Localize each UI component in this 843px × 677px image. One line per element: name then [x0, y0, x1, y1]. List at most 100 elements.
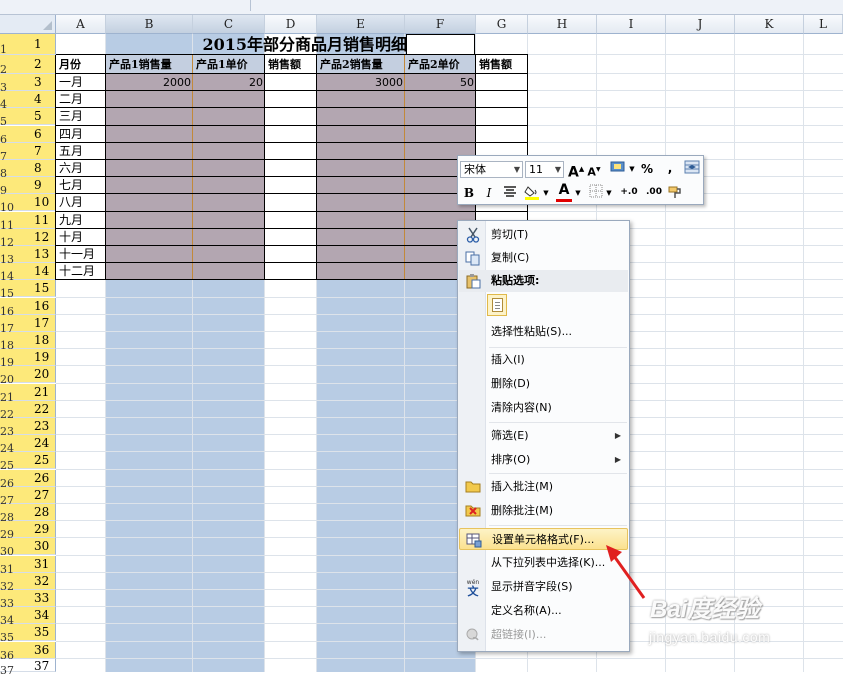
column-header-j[interactable]: J [666, 15, 735, 34]
italic-button[interactable]: I [482, 184, 496, 202]
row-header[interactable]: 44 [0, 91, 56, 111]
select-all-corner[interactable] [0, 15, 56, 34]
menu-item-filter[interactable]: 筛选(E) ▶ [459, 425, 628, 447]
paste-option-button[interactable] [487, 294, 507, 316]
row-header[interactable]: 13 13 [0, 246, 56, 266]
row-header[interactable]: 88 [0, 160, 56, 180]
percent-style-button[interactable]: % [640, 160, 654, 178]
row-header[interactable]: 31 31 [0, 556, 56, 576]
cell-e3[interactable]: 3000 [317, 74, 405, 91]
row-header[interactable]: 11 [0, 34, 56, 56]
month-cell[interactable]: 二月 [57, 91, 106, 108]
row-header[interactable]: 17 17 [0, 315, 56, 335]
column-header-e[interactable]: E [317, 15, 405, 34]
row-header[interactable]: 33 33 [0, 590, 56, 610]
cell-f3[interactable]: 50 [405, 74, 476, 91]
merge-center-icon[interactable] [683, 160, 701, 178]
chevron-down-icon[interactable]: ▼ [542, 184, 550, 202]
month-cell[interactable]: 十二月 [57, 263, 106, 280]
increase-decimal-button[interactable]: +.0 [618, 183, 640, 201]
month-cell[interactable]: 四月 [57, 126, 106, 143]
row-header[interactable]: 30 30 [0, 538, 56, 558]
row-header[interactable]: 27 27 [0, 487, 56, 507]
column-header-f[interactable]: F [405, 15, 476, 34]
menu-item-pick-from-list[interactable]: 从下拉列表中选择(K)... [459, 552, 628, 574]
center-align-icon[interactable] [502, 184, 518, 202]
column-header-l[interactable]: L [804, 15, 843, 34]
row-header[interactable]: 35 35 [0, 624, 56, 644]
menu-item-format-cells[interactable]: 设置单元格格式(F)... [459, 528, 628, 550]
month-cell[interactable]: 六月 [57, 160, 106, 177]
menu-item-copy[interactable]: 复制(C) [459, 247, 628, 269]
row-header[interactable]: 28 28 [0, 504, 56, 524]
column-header-i[interactable]: I [597, 15, 666, 34]
row-header[interactable]: 19 19 [0, 349, 56, 369]
row-header[interactable]: 66 [0, 126, 56, 146]
row-header[interactable]: 37 37 [0, 659, 56, 677]
menu-item-show-phonetic[interactable]: wén 文 显示拼音字段(S) [459, 576, 628, 598]
font-color-icon[interactable]: A [556, 182, 572, 202]
month-cell[interactable]: 一月 [57, 74, 106, 91]
row-header[interactable]: 26 26 [0, 470, 56, 490]
row-header[interactable]: 25 25 [0, 452, 56, 472]
menu-item-cut[interactable]: 剪切(T) [459, 224, 628, 246]
chevron-down-icon[interactable]: ▼ [605, 184, 613, 202]
column-header-h[interactable]: H [528, 15, 597, 34]
row-header[interactable]: 20 20 [0, 366, 56, 386]
bold-button[interactable]: B [462, 184, 476, 202]
column-header-k[interactable]: K [735, 15, 804, 34]
font-name-combo[interactable]: 宋体 ▼ [460, 161, 523, 178]
row-header[interactable]: 18 18 [0, 332, 56, 352]
borders-icon[interactable] [588, 184, 604, 202]
row-header[interactable]: 23 23 [0, 418, 56, 438]
name-box[interactable] [0, 0, 251, 11]
menu-item-insert-comment[interactable]: 插入批注(M) [459, 476, 628, 498]
format-painter-icon[interactable] [666, 184, 684, 202]
row-header[interactable]: 36 36 [0, 642, 56, 662]
month-cell[interactable]: 十一月 [57, 246, 106, 263]
row-header[interactable]: 12 12 [0, 229, 56, 249]
month-cell[interactable]: 八月 [57, 194, 106, 211]
month-cell[interactable]: 三月 [57, 108, 106, 125]
row-header[interactable]: 22 22 [0, 401, 56, 421]
menu-item-paste-special[interactable]: 选择性粘贴(S)... [459, 321, 628, 343]
fill-color-icon[interactable] [524, 184, 542, 202]
grow-font-icon[interactable]: A▲ [568, 160, 584, 181]
font-size-combo[interactable]: 11 ▼ [525, 161, 564, 178]
row-header[interactable]: 16 16 [0, 298, 56, 318]
cell-c3[interactable]: 20 [193, 74, 265, 91]
menu-item-hyperlink[interactable]: 超链接(I)... [459, 624, 628, 646]
row-header[interactable]: 99 [0, 177, 56, 197]
row-header[interactable]: 77 [0, 143, 56, 163]
row-header[interactable]: 34 34 [0, 607, 56, 627]
month-cell[interactable]: 五月 [57, 143, 106, 160]
row-header[interactable]: 14 14 [0, 263, 56, 283]
column-header-c[interactable]: C [193, 15, 265, 34]
chevron-down-icon[interactable]: ▼ [628, 160, 636, 178]
row-header[interactable]: 55 [0, 108, 56, 128]
decrease-decimal-button[interactable]: .00 [643, 183, 665, 201]
shrink-font-icon[interactable]: A▼ [587, 161, 601, 179]
menu-item-define-name[interactable]: 定义名称(A)... [459, 600, 628, 622]
row-header[interactable]: 22 [0, 55, 56, 76]
active-cell-g1[interactable] [406, 34, 475, 55]
menu-item-insert[interactable]: 插入(I) [459, 349, 628, 371]
month-cell[interactable]: 九月 [57, 212, 106, 229]
chevron-down-icon[interactable]: ▼ [574, 184, 582, 202]
menu-item-sort[interactable]: 排序(O) ▶ [459, 449, 628, 471]
comma-style-button[interactable]: , [665, 159, 675, 177]
accounting-format-icon[interactable] [608, 160, 628, 178]
cell-b3[interactable]: 2000 [106, 74, 193, 91]
menu-item-delete-comment[interactable]: 删除批注(M) [459, 500, 628, 522]
column-header-g[interactable]: G [476, 15, 528, 34]
row-header[interactable]: 15 15 [0, 280, 56, 300]
row-header[interactable]: 32 32 [0, 573, 56, 593]
column-header-b[interactable]: B [106, 15, 193, 34]
menu-item-clear-contents[interactable]: 清除内容(N) [459, 397, 628, 419]
column-header-d[interactable]: D [265, 15, 317, 34]
row-header[interactable]: 11 11 [0, 212, 56, 232]
row-header[interactable]: 21 21 [0, 384, 56, 404]
row-header[interactable]: 10 10 [0, 194, 56, 214]
row-header[interactable]: 29 29 [0, 521, 56, 541]
menu-item-delete[interactable]: 删除(D) [459, 373, 628, 395]
